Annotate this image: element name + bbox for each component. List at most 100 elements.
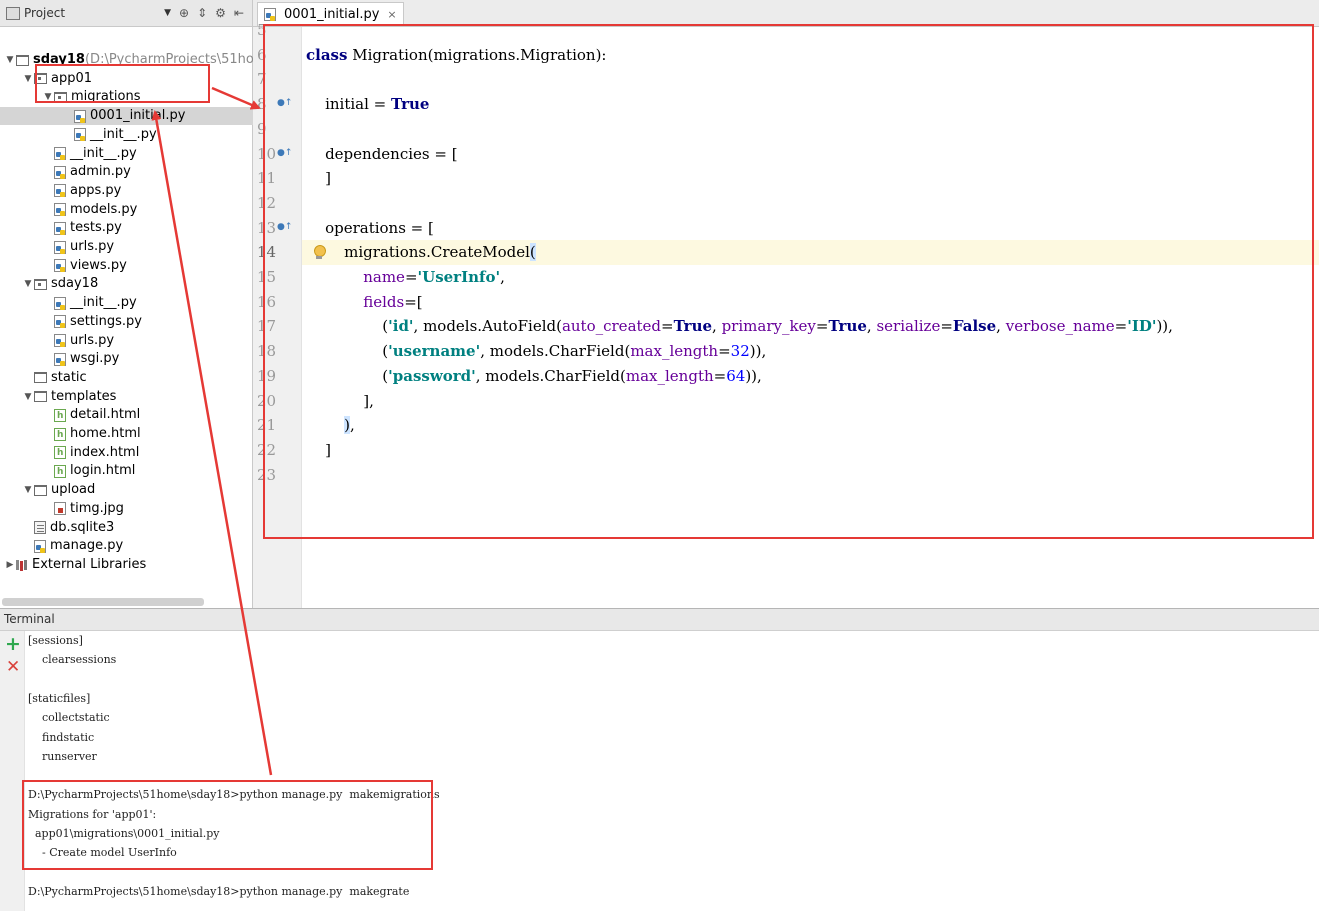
project-view-icon	[6, 6, 20, 20]
tree-item-label: views.py	[70, 257, 127, 273]
add-terminal-icon[interactable]: +	[5, 633, 21, 655]
tree-item[interactable]: __init__.py	[0, 126, 157, 144]
tree-item-label: upload	[51, 482, 96, 498]
tree-item[interactable]: index.html	[0, 444, 139, 462]
tree-item[interactable]: home.html	[0, 425, 141, 444]
tab-0001-initial[interactable]: 0001_initial.py ×	[257, 2, 404, 26]
folder-icon	[16, 54, 29, 66]
tree-item-label: urls.py	[70, 239, 115, 254]
terminal-line: [staticfiles]	[28, 691, 91, 705]
tree-item-label: External Libraries	[32, 556, 147, 572]
terminal-line: findstatic	[28, 730, 95, 744]
tree-item-label: timg.jpg	[70, 500, 124, 516]
python-file-icon	[54, 203, 66, 217]
tree-item[interactable]: ▼ templates	[0, 388, 117, 406]
tree-item[interactable]: settings.py	[0, 313, 142, 331]
chevron-down-icon[interactable]: ▼	[164, 8, 171, 18]
tree-item-label: home.html	[70, 426, 141, 441]
tree-item-label: __init__.py	[90, 126, 157, 142]
python-file-icon	[54, 147, 66, 160]
tree-item-label: models.py	[70, 201, 138, 217]
tree-item[interactable]: ▼ sday18	[0, 275, 99, 293]
project-toolbar: Project ▼ ⊕ ⇕ ⚙ ⇤	[0, 0, 252, 27]
tree-item-label: apps.py	[70, 182, 122, 198]
hide-panel-icon[interactable]: ⇤	[234, 6, 244, 20]
tree-item[interactable]: static	[0, 369, 87, 387]
python-file-icon	[34, 539, 46, 553]
package-folder-icon	[34, 278, 47, 290]
close-terminal-icon[interactable]: ✕	[6, 657, 20, 677]
tree-item-label: sday18	[51, 276, 99, 292]
tree-item[interactable]: apps.py	[0, 182, 121, 200]
python-file-icon	[54, 259, 66, 273]
terminal-line: [sessions]	[28, 634, 83, 647]
tab-label: 0001_initial.py	[284, 7, 380, 22]
tree-item-label: index.html	[70, 444, 140, 460]
python-file-icon	[54, 165, 66, 179]
annotation-box-terminal-output	[22, 780, 433, 870]
tree-item[interactable]: urls.py	[0, 238, 114, 256]
chevron-down-icon[interactable]: ▼	[22, 70, 34, 88]
chevron-down-icon[interactable]: ▼	[22, 275, 34, 293]
tree-item[interactable]: db.sqlite3	[0, 519, 114, 537]
python-file-icon	[74, 109, 86, 123]
tree-item-label: urls.py	[70, 332, 115, 348]
chevron-down-icon[interactable]: ▼	[4, 51, 16, 69]
tree-item-label: detail.html	[70, 407, 141, 423]
tree-item[interactable]: login.html	[0, 462, 136, 481]
tree-item-label: db.sqlite3	[50, 519, 115, 535]
tree-item[interactable]: ▶ External Libraries	[0, 556, 147, 574]
gear-icon[interactable]: ⚙	[215, 6, 226, 20]
tree-item-label: admin.py	[70, 164, 131, 180]
terminal-line: clearsessions	[28, 653, 117, 667]
annotation-box-editor	[263, 24, 1314, 539]
chevron-down-icon[interactable]: ▼	[22, 481, 34, 499]
html-file-icon	[54, 463, 66, 481]
chevron-right-icon[interactable]: ▶	[4, 556, 16, 574]
folder-icon	[34, 391, 47, 403]
tree-item[interactable]: detail.html	[0, 406, 141, 425]
python-file-icon	[54, 240, 66, 254]
tree-item[interactable]: admin.py	[0, 163, 131, 181]
project-view-title: Project	[24, 6, 66, 20]
folder-icon	[34, 372, 47, 384]
terminal-header: Terminal	[0, 609, 1319, 631]
tree-item[interactable]: urls.py	[0, 332, 114, 350]
tree-item-label: templates	[51, 388, 117, 404]
chevron-down-icon[interactable]: ▼	[22, 388, 34, 406]
project-toolbar-icons: ⊕ ⇕ ⚙ ⇤	[179, 6, 244, 20]
tree-item[interactable]: ▼ upload	[0, 481, 96, 499]
collapse-all-icon[interactable]: ⇕	[197, 6, 207, 20]
terminal-line: D:\PycharmProjects\51home\sday18>python …	[28, 884, 410, 898]
tree-item[interactable]: manage.py	[0, 537, 123, 555]
tree-item[interactable]: views.py	[0, 257, 127, 275]
project-view-selector[interactable]: Project	[6, 6, 96, 20]
libraries-icon	[16, 558, 28, 571]
tree-item-label: manage.py	[50, 538, 124, 554]
tree-item-label: login.html	[70, 463, 136, 479]
tree-item[interactable]: wsgi.py	[0, 350, 119, 368]
folder-icon	[34, 484, 47, 496]
terminal-line: runserver	[28, 749, 97, 763]
python-file-icon	[54, 315, 66, 329]
html-file-icon	[54, 407, 66, 425]
html-file-icon	[54, 426, 66, 444]
tree-item[interactable]: tests.py	[0, 219, 122, 237]
horizontal-scrollbar[interactable]	[2, 598, 204, 606]
python-file-icon	[54, 352, 66, 366]
tree-item[interactable]: __init__.py	[0, 294, 137, 312]
tree-item-label: tests.py	[70, 220, 122, 236]
terminal-line: collectstatic	[28, 711, 110, 725]
tree-item-label: __init__.py	[70, 145, 137, 161]
tree-item[interactable]: timg.jpg	[0, 500, 124, 518]
tree-item[interactable]: __init__.py	[0, 145, 137, 163]
python-file-icon	[54, 184, 66, 198]
close-icon[interactable]: ×	[387, 8, 396, 21]
annotation-box-tree-file	[35, 64, 210, 103]
editor-tab-bar: 0001_initial.py ×	[253, 0, 1319, 27]
tree-item-label: wsgi.py	[70, 351, 120, 367]
python-file-icon	[74, 128, 86, 142]
python-file-icon	[54, 334, 66, 347]
scroll-from-source-icon[interactable]: ⊕	[179, 6, 189, 20]
tree-item[interactable]: models.py	[0, 201, 137, 219]
